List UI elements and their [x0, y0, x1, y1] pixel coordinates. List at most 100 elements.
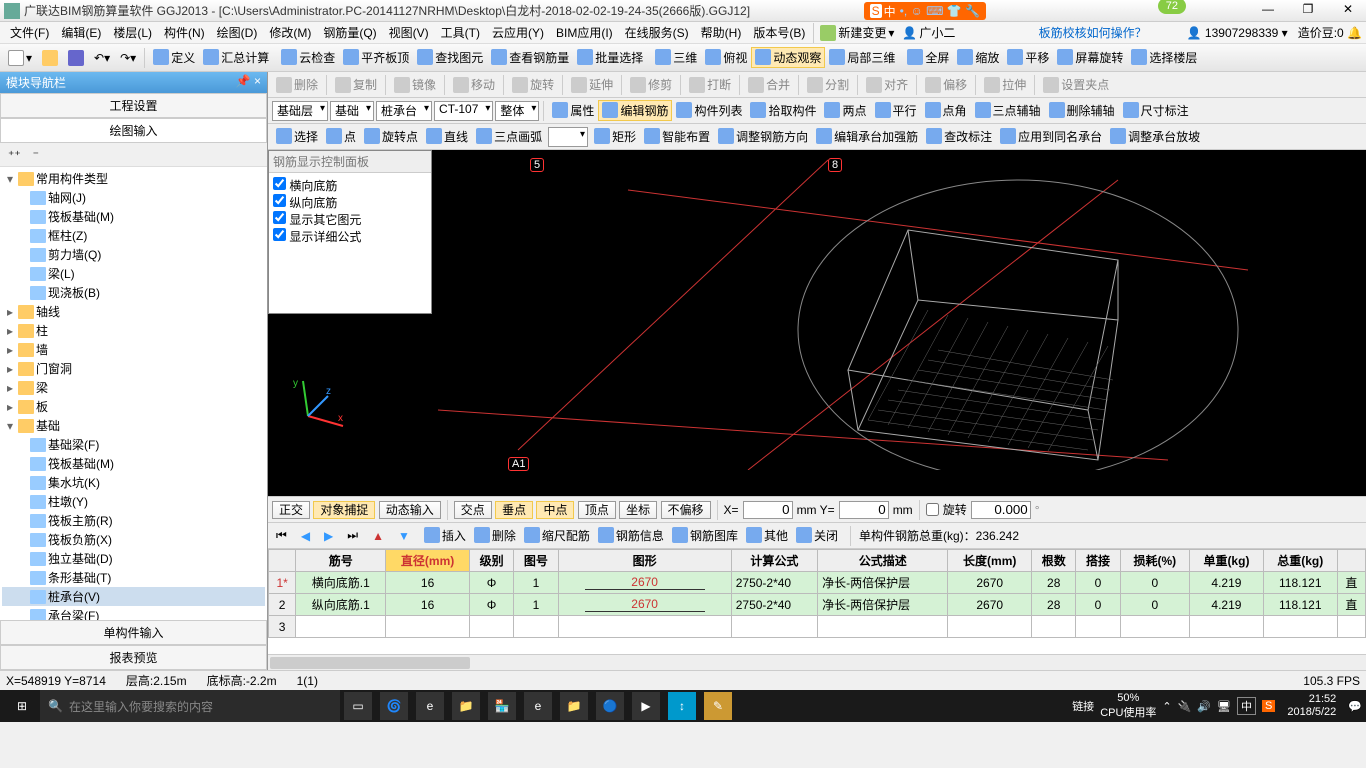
context-button[interactable]: 平行: [871, 100, 921, 121]
menu-item[interactable]: 钢筋量(Q): [317, 24, 382, 42]
new-file-button[interactable]: ▾: [4, 48, 36, 68]
start-button[interactable]: ⊞: [4, 690, 40, 722]
view-dropdown[interactable]: 整体: [495, 101, 539, 121]
cell[interactable]: [731, 616, 817, 638]
app7-icon[interactable]: 🔵: [596, 692, 624, 720]
save-button[interactable]: [64, 48, 88, 68]
tree-item[interactable]: 条形基础(T): [2, 568, 265, 587]
context-button[interactable]: 属性: [548, 100, 598, 121]
context-button[interactable]: 删除辅轴: [1045, 100, 1119, 121]
column-header[interactable]: 图形: [558, 550, 731, 572]
app3-icon[interactable]: 📁: [452, 692, 480, 720]
cell[interactable]: 2750-2*40: [731, 594, 817, 616]
rotate-input[interactable]: [971, 501, 1031, 519]
snap-mode-button[interactable]: 中点: [536, 501, 574, 519]
tab-project-settings[interactable]: 工程设置: [0, 93, 267, 118]
draw-button[interactable]: 直线: [422, 126, 472, 147]
tree-item[interactable]: 轴网(J): [2, 188, 265, 207]
context-button[interactable]: 尺寸标注: [1119, 100, 1193, 121]
cell[interactable]: 1: [514, 594, 558, 616]
toolbar-button[interactable]: 云检查: [277, 47, 339, 68]
first-icon[interactable]: ⏮: [272, 526, 291, 545]
draw-button[interactable]: 三点画弧: [472, 126, 546, 147]
maximize-button[interactable]: ❐: [1294, 2, 1322, 20]
cell[interactable]: 16: [386, 594, 470, 616]
cell[interactable]: 直: [1337, 594, 1365, 616]
edit-button[interactable]: 合并: [744, 74, 794, 95]
cell[interactable]: 0: [1120, 594, 1189, 616]
toolbar-button[interactable]: 俯视: [701, 47, 751, 68]
tree-item[interactable]: 框柱(Z): [2, 226, 265, 245]
tree-item[interactable]: 筏板负筋(X): [2, 530, 265, 549]
draw-button[interactable]: 调整承台放坡: [1106, 126, 1204, 147]
toolbar-button[interactable]: 缩放: [953, 47, 1003, 68]
taskbar-search[interactable]: 🔍 在这里输入你要搜索的内容: [40, 690, 340, 722]
tree-item[interactable]: 基础梁(F): [2, 435, 265, 454]
draw-button[interactable]: 旋转点: [360, 126, 422, 147]
cell[interactable]: [386, 616, 470, 638]
menu-item[interactable]: 云应用(Y): [486, 24, 550, 42]
context-button[interactable]: 拾取构件: [746, 100, 820, 121]
toolbar-button[interactable]: 全屏: [903, 47, 953, 68]
cell[interactable]: 1: [514, 572, 558, 594]
tree-item[interactable]: ▸梁: [2, 378, 265, 397]
app5-icon[interactable]: e: [524, 692, 552, 720]
app6-icon[interactable]: 📁: [560, 692, 588, 720]
column-header[interactable]: [269, 550, 296, 572]
grid-button[interactable]: 缩尺配筋: [520, 525, 594, 546]
snap-mode-button[interactable]: 不偏移: [661, 501, 711, 519]
tree-item[interactable]: 筏板基础(M): [2, 207, 265, 226]
tree-item[interactable]: ▸轴线: [2, 302, 265, 321]
cell[interactable]: [296, 616, 386, 638]
edit-button[interactable]: 删除: [272, 74, 322, 95]
toolbar-button[interactable]: 查看钢筋量: [487, 47, 573, 68]
edit-button[interactable]: 延伸: [567, 74, 617, 95]
floor-dropdown[interactable]: 基础层: [272, 101, 328, 121]
edit-button[interactable]: 分割: [803, 74, 853, 95]
help-tip-link[interactable]: 板筋校核如何操作？: [1039, 24, 1147, 41]
column-header[interactable]: 总重(kg): [1263, 550, 1337, 572]
cell[interactable]: 0: [1076, 594, 1120, 616]
column-header[interactable]: 直径(mm): [386, 550, 470, 572]
category-dropdown[interactable]: 基础: [330, 101, 374, 121]
rebar-data-grid[interactable]: 筋号直径(mm)级别图号图形计算公式公式描述长度(mm)根数搭接损耗(%)单重(…: [268, 548, 1366, 654]
column-header[interactable]: 图号: [514, 550, 558, 572]
menu-item[interactable]: 绘图(D): [211, 24, 264, 42]
notification-icon[interactable]: 💬: [1348, 700, 1362, 713]
tab-drawing-input[interactable]: 绘图输入: [0, 118, 267, 143]
member-dropdown[interactable]: 桩承台: [376, 101, 432, 121]
app9-icon[interactable]: ↕: [668, 692, 696, 720]
menu-item[interactable]: 修改(M): [263, 24, 317, 42]
toolbar-button[interactable]: 动态观察: [751, 47, 825, 68]
tree-item[interactable]: ▾基础: [2, 416, 265, 435]
cell[interactable]: 2670: [558, 572, 731, 594]
ime-bar[interactable]: S 中 •, ☺ ⌨ 👕 🔧: [864, 2, 986, 20]
grid-button[interactable]: 其他: [742, 525, 792, 546]
toolbar-button[interactable]: 三维: [651, 47, 701, 68]
column-header[interactable]: 筋号: [296, 550, 386, 572]
menu-item[interactable]: 视图(V): [383, 24, 435, 42]
edit-button[interactable]: 镜像: [390, 74, 440, 95]
sogou-tray[interactable]: S: [1262, 700, 1275, 712]
cell[interactable]: [1337, 616, 1365, 638]
tab-report-preview[interactable]: 报表预览: [0, 645, 267, 670]
menu-item[interactable]: 文件(F): [4, 24, 55, 42]
tree-item[interactable]: ▸柱: [2, 321, 265, 340]
draw-button[interactable]: 智能布置: [640, 126, 714, 147]
cell[interactable]: [469, 616, 513, 638]
app8-icon[interactable]: ▶: [632, 692, 660, 720]
tree-item[interactable]: 独立基础(D): [2, 549, 265, 568]
tree-item[interactable]: 现浇板(B): [2, 283, 265, 302]
tree-item[interactable]: ▸墙: [2, 340, 265, 359]
tree-item[interactable]: ▸板: [2, 397, 265, 416]
y-input[interactable]: [839, 501, 889, 519]
toolbar-button[interactable]: 平移: [1003, 47, 1053, 68]
app4-icon[interactable]: 🏪: [488, 692, 516, 720]
menu-item[interactable]: 版本号(B): [747, 24, 811, 42]
column-header[interactable]: 计算公式: [731, 550, 817, 572]
tree-item[interactable]: 筏板基础(M): [2, 454, 265, 473]
toolbar-button[interactable]: 屏幕旋转: [1053, 47, 1127, 68]
draw-button[interactable]: 应用到同名承台: [996, 126, 1106, 147]
cell[interactable]: Φ: [469, 572, 513, 594]
draw-button[interactable]: 调整钢筋方向: [714, 126, 812, 147]
